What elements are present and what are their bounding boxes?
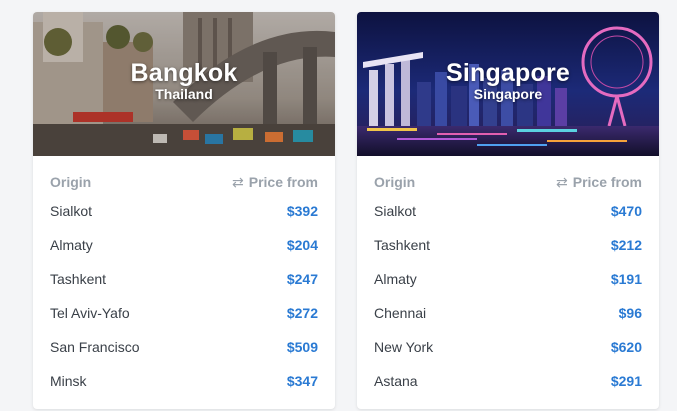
- swap-arrows-icon: ⇄: [556, 174, 568, 190]
- origin-city: Astana: [374, 373, 418, 389]
- origin-city: San Francisco: [50, 339, 140, 355]
- origin-column-header: Origin: [374, 174, 416, 190]
- origin-column-header: Origin: [50, 174, 92, 190]
- destination-card-singapore[interactable]: Singapore Singapore Origin ⇄ Price from S…: [357, 12, 659, 409]
- price-table-header: Origin ⇄ Price from: [374, 170, 642, 194]
- price-row[interactable]: Almaty $204: [50, 228, 318, 262]
- price-row[interactable]: Almaty $191: [374, 262, 642, 296]
- price-row[interactable]: San Francisco $509: [50, 330, 318, 364]
- destination-card-bangkok[interactable]: Bangkok Thailand Origin ⇄ Price from Sial…: [33, 12, 335, 409]
- price-row[interactable]: Tashkent $212: [374, 228, 642, 262]
- price-link[interactable]: $247: [287, 271, 318, 287]
- price-link[interactable]: $212: [611, 237, 642, 253]
- price-table-header: Origin ⇄ Price from: [50, 170, 318, 194]
- city-name: Bangkok: [130, 59, 238, 87]
- origin-city: Almaty: [50, 237, 93, 253]
- price-row[interactable]: Minsk $347: [50, 364, 318, 398]
- price-row[interactable]: Astana $291: [374, 364, 642, 398]
- price-link[interactable]: $620: [611, 339, 642, 355]
- price-link[interactable]: $470: [611, 203, 642, 219]
- price-row[interactable]: New York $620: [374, 330, 642, 364]
- price-row[interactable]: Sialkot $470: [374, 194, 642, 228]
- price-from-label: Price from: [248, 174, 318, 190]
- price-column-header: ⇄ Price from: [232, 174, 318, 191]
- origin-city: Tashkent: [374, 237, 431, 253]
- origin-city: Sialkot: [374, 203, 417, 219]
- price-row[interactable]: Tashkent $247: [50, 262, 318, 296]
- destination-hero-image[interactable]: Bangkok Thailand: [33, 12, 335, 156]
- price-link[interactable]: $96: [619, 305, 642, 321]
- origin-city: Almaty: [374, 271, 417, 287]
- price-row[interactable]: Chennai $96: [374, 296, 642, 330]
- price-link[interactable]: $509: [287, 339, 318, 355]
- price-row[interactable]: Tel Aviv-Yafo $272: [50, 296, 318, 330]
- origin-city: Minsk: [50, 373, 87, 389]
- country-name: Singapore: [473, 86, 543, 102]
- country-name: Thailand: [155, 86, 213, 102]
- origin-city: New York: [374, 339, 434, 355]
- price-row[interactable]: Sialkot $392: [50, 194, 318, 228]
- city-name: Singapore: [445, 59, 571, 87]
- origin-city: Chennai: [374, 305, 427, 321]
- origin-city: Tel Aviv-Yafo: [50, 305, 130, 321]
- origin-city: Sialkot: [50, 203, 93, 219]
- origin-city: Tashkent: [50, 271, 107, 287]
- price-column-header: ⇄ Price from: [556, 174, 642, 191]
- price-from-label: Price from: [572, 174, 642, 190]
- price-link[interactable]: $291: [611, 373, 642, 389]
- price-link[interactable]: $191: [611, 271, 642, 287]
- destination-hero-image[interactable]: Singapore Singapore: [357, 12, 659, 156]
- price-link[interactable]: $392: [287, 203, 318, 219]
- price-link[interactable]: $204: [287, 237, 318, 253]
- price-link[interactable]: $272: [287, 305, 318, 321]
- swap-arrows-icon: ⇄: [232, 174, 244, 190]
- price-link[interactable]: $347: [287, 373, 318, 389]
